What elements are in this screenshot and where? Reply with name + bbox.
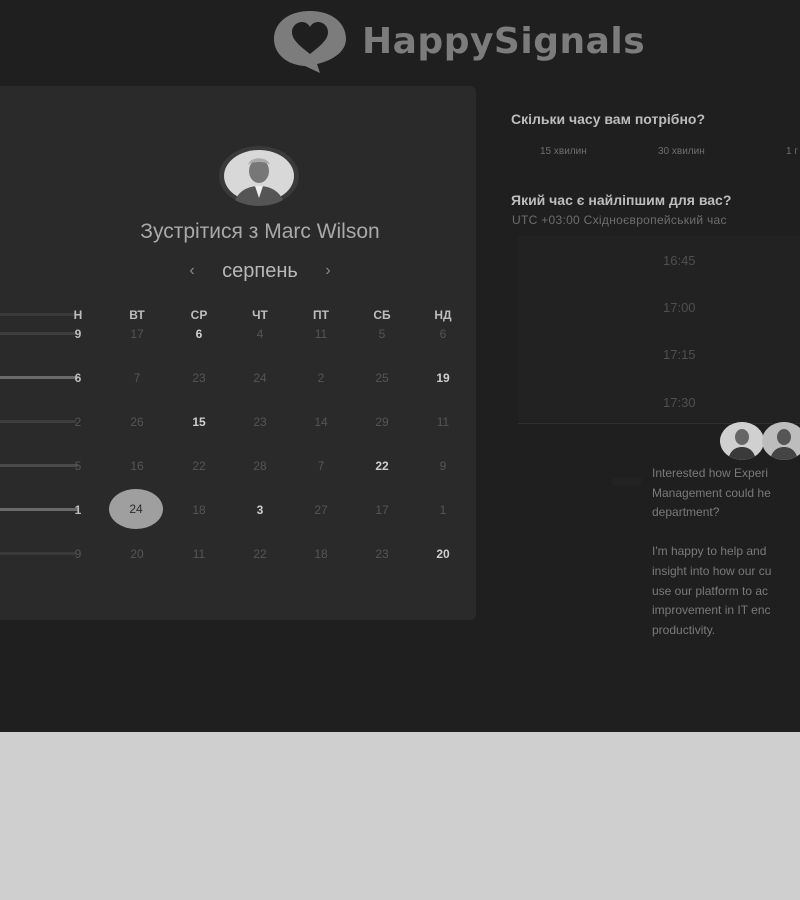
calendar-day[interactable]: 7 [301, 459, 341, 473]
calendar-day[interactable]: 11 [179, 547, 219, 561]
calendar-day[interactable]: 1 [58, 503, 98, 517]
weekday-label: ЧТ [252, 308, 268, 322]
month-navigation: ‹ серпень › [185, 258, 335, 284]
calendar-day[interactable]: 29 [362, 415, 402, 429]
calendar-day[interactable]: 3 [240, 503, 280, 517]
chat-message-line: Management could he [652, 485, 771, 500]
calendar-day[interactable]: 23 [179, 371, 219, 385]
weekday-label: СБ [373, 308, 391, 322]
happysignals-logo: HappySignals [270, 8, 645, 74]
decor-block [612, 478, 642, 486]
calendar-day[interactable]: 24 [240, 371, 280, 385]
selected-day-label: 24 [129, 502, 143, 516]
duration-question: Скільки часу вам потрібно? [511, 111, 706, 127]
calendar-day[interactable]: 11 [423, 415, 463, 429]
calendar-day[interactable]: 14 [301, 415, 341, 429]
calendar-day[interactable]: 23 [240, 415, 280, 429]
calendar-day[interactable]: 9 [423, 459, 463, 473]
calendar-day[interactable]: 5 [362, 327, 402, 341]
divider [518, 423, 800, 424]
calendar-day[interactable]: 6 [179, 327, 219, 341]
time-question: Який час є найліпшим для вас? [511, 192, 732, 208]
chat-message-line: department? [652, 505, 720, 520]
calendar-day[interactable]: 17 [362, 503, 402, 517]
time-slot[interactable]: 17:15 [663, 347, 696, 362]
agent-avatar [762, 422, 800, 460]
duration-option-30[interactable]: 30 хвилин [658, 146, 705, 157]
timezone-label[interactable]: UTC +03:00 Східноєвропейський час [512, 213, 727, 227]
calendar-day[interactable]: 7 [117, 371, 157, 385]
calendar-day[interactable]: 20 [423, 547, 463, 561]
chat-message-line: use our platform to ac [652, 583, 769, 598]
weekday-label: Н [73, 308, 83, 322]
calendar-day[interactable]: 2 [58, 415, 98, 429]
calendar-day[interactable]: 6 [423, 327, 463, 341]
calendar-day[interactable]: 28 [240, 459, 280, 473]
weekday-label: НД [434, 308, 452, 322]
chat-message-line: insight into how our cu [652, 564, 772, 578]
weekday-label: ПТ [313, 308, 329, 322]
time-slot-list [518, 236, 800, 422]
chat-message-line: Interested how Experi [652, 466, 769, 480]
meeting-title: Зустрітися з Marc Wilson [140, 220, 380, 243]
weekday-label: СР [190, 308, 208, 322]
calendar-day[interactable]: 18 [301, 547, 341, 561]
current-month: серпень [222, 259, 298, 282]
selected-day[interactable]: 24 [109, 489, 163, 529]
weekday-label: ВТ [129, 308, 145, 322]
chevron-right-icon[interactable]: › [321, 262, 335, 280]
calendar-day[interactable]: 11 [301, 327, 341, 341]
time-slot[interactable]: 17:00 [663, 300, 696, 315]
time-slot[interactable]: 17:30 [663, 395, 696, 410]
calendar-day[interactable]: 5 [58, 459, 98, 473]
calendar-day[interactable]: 25 [362, 371, 402, 385]
calendar-day[interactable]: 22 [240, 547, 280, 561]
calendar-day[interactable]: 16 [117, 459, 157, 473]
heart-chat-bubble-icon [270, 8, 350, 74]
calendar-day[interactable]: 22 [362, 459, 402, 473]
calendar-day[interactable]: 18 [179, 503, 219, 517]
duration-option-60[interactable]: 1 г [786, 146, 798, 157]
logo-brand-text: HappySignals [362, 20, 646, 62]
calendar-day[interactable]: 26 [117, 415, 157, 429]
chat-message-line: improvement in IT enc [652, 603, 771, 618]
calendar-day[interactable]: 15 [179, 415, 219, 429]
calendar-day[interactable]: 23 [362, 547, 402, 561]
time-slot[interactable]: 16:45 [663, 253, 696, 268]
calendar-day[interactable]: 6 [58, 371, 98, 385]
calendar-day[interactable]: 27 [301, 503, 341, 517]
chat-message-line: I'm happy to help and [652, 544, 767, 559]
chat-message-line: productivity. [652, 622, 716, 637]
duration-option-15[interactable]: 15 хвилин [540, 146, 587, 157]
chevron-left-icon[interactable]: ‹ [185, 262, 199, 280]
calendar-day[interactable]: 9 [58, 547, 98, 561]
calendar-day[interactable]: 2 [301, 371, 341, 385]
calendar-day[interactable]: 9 [58, 327, 98, 341]
calendar-day[interactable]: 19 [423, 371, 463, 385]
agent-avatar [720, 422, 764, 460]
host-avatar [219, 146, 299, 206]
calendar-day[interactable]: 20 [117, 547, 157, 561]
calendar-day[interactable]: 4 [240, 327, 280, 341]
calendar-day[interactable]: 1 [423, 503, 463, 517]
calendar-day[interactable]: 17 [117, 327, 157, 341]
scheduler-screen: HappySignals Зустрітися з Marc Wilson ‹ … [0, 0, 800, 732]
calendar-day[interactable]: 22 [179, 459, 219, 473]
